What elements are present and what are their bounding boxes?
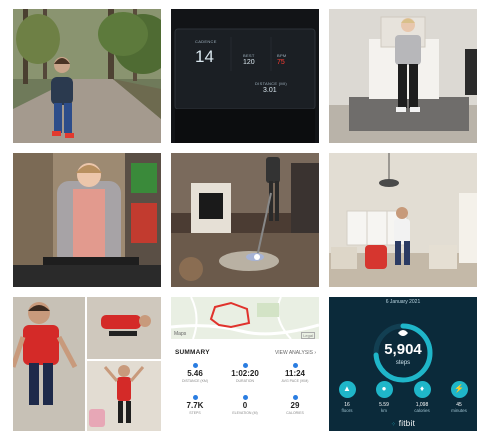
treadmill-display-photo: CADENCE 14 BEST 120 BPM 75 DISTANCE (MI)…: [171, 9, 319, 143]
stairs-icon: ▲: [338, 381, 356, 398]
fitbit-dashboard-screenshot: 6 January 2021 5,904 steps ▲ 16 floors ●…: [329, 297, 477, 431]
best-value: 120: [243, 59, 255, 66]
duration-icon: [242, 363, 248, 368]
fitbit-stat-minutes[interactable]: ⚡ 45 minutes: [444, 381, 474, 413]
summary-stat: 0 ELEVATION (M): [223, 395, 267, 415]
steps-value: 5,904: [384, 341, 422, 358]
pace-icon: [292, 363, 298, 368]
fitbit-stat-calories[interactable]: ♦ 1,098 calories: [407, 381, 437, 413]
bolt-icon: ⚡: [450, 381, 468, 398]
photo-collage-boy-red-shirt: [13, 297, 161, 431]
steps-icon: [192, 395, 198, 400]
steps-label: steps: [395, 360, 411, 366]
photo-girl-exercise-bike: [13, 153, 161, 287]
fitbit-stat-floors[interactable]: ▲ 16 floors: [332, 381, 362, 413]
distance-label: DISTANCE (MI): [255, 81, 288, 86]
distance-icon: [192, 363, 198, 368]
summary-stat: 1:02:20 DURATION: [223, 363, 267, 383]
photo-boy-woodland-path: [13, 9, 161, 143]
run-summary-screenshot: Maps Legal SUMMARY VIEW ANALYSIS › 5.46 …: [171, 297, 319, 431]
footprint-icon: [398, 330, 408, 336]
cadence-value: 14: [195, 47, 214, 66]
cadence-label: CADENCE: [195, 39, 217, 44]
elevation-icon: [242, 395, 248, 400]
fitbit-dots-icon: ⁘: [390, 422, 397, 428]
distance-value: 3.01: [263, 87, 277, 94]
photo-woman-living-room-exercise: [329, 9, 477, 143]
heart-rate-label: BPM: [277, 53, 287, 58]
heart-rate-value: 75: [277, 59, 285, 66]
summary-stat: 11:24 AVG PACE (/KM): [273, 363, 317, 383]
location-icon: ●: [375, 381, 393, 398]
summary-stat: 7.7K STEPS: [173, 395, 217, 415]
view-analysis-link[interactable]: VIEW ANALYSIS ›: [275, 350, 316, 356]
map-legal-link[interactable]: Legal: [301, 332, 315, 339]
maps-attribution: Maps: [174, 331, 187, 337]
photo-boy-living-room: [329, 153, 477, 287]
summary-title: SUMMARY: [175, 349, 210, 356]
calories-icon: [292, 395, 298, 400]
best-label: BEST: [243, 53, 255, 58]
flame-icon: ♦: [413, 381, 431, 398]
summary-stat: 29 CALORIES: [273, 395, 317, 415]
route-map: [171, 297, 319, 339]
photo-child-vacuum-night: [171, 153, 319, 287]
fitbit-stat-km[interactable]: ● 5.59 km: [369, 381, 399, 413]
fitbit-logo: ⁘ fitbit: [390, 419, 416, 428]
summary-stat: 5.46 DISTANCE (KM): [173, 363, 217, 383]
